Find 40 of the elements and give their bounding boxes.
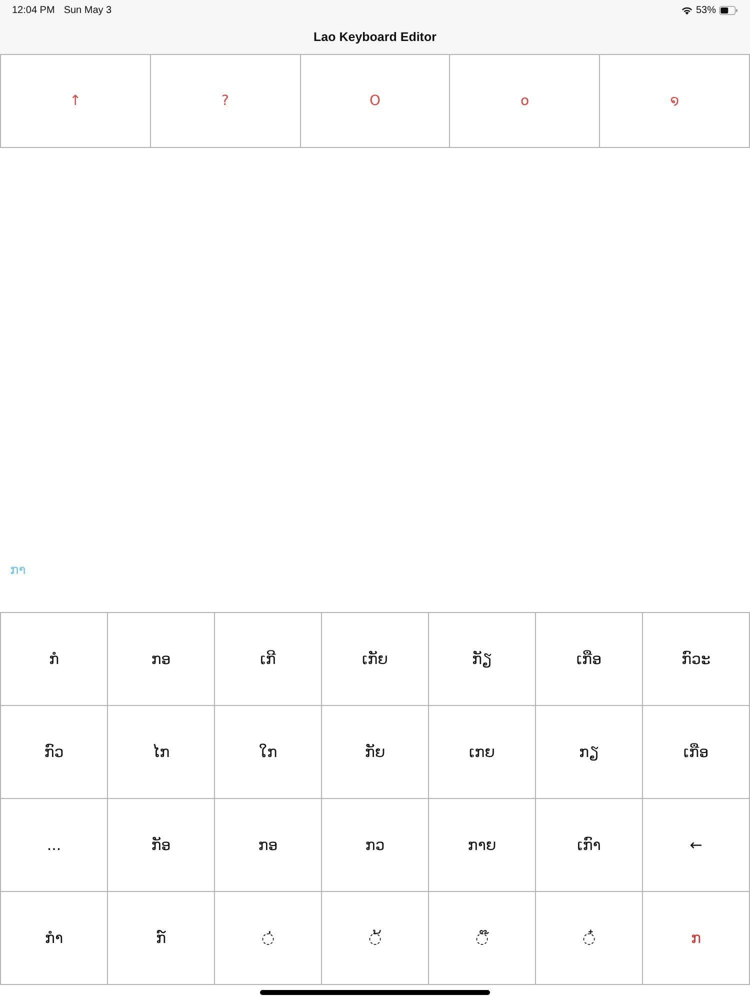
key-button[interactable]: ກັຍ <box>322 706 429 799</box>
key-button[interactable]: ກົວະ <box>643 613 750 706</box>
key-button[interactable]: ກັອ <box>108 799 215 892</box>
key-button[interactable]: ... <box>1 799 108 892</box>
key-button[interactable]: ເກົາ <box>536 799 643 892</box>
key-button[interactable]: ໃກ <box>215 706 322 799</box>
key-button[interactable]: ◌໋ <box>536 892 643 985</box>
key-button[interactable]: ກວ <box>322 799 429 892</box>
key-button[interactable]: ເກັຍ <box>322 613 429 706</box>
key-button[interactable]: ? <box>150 55 301 148</box>
battery-percent: 53% <box>696 4 716 16</box>
key-button[interactable]: ກັຽ <box>429 613 536 706</box>
key-button[interactable]: ກ <box>643 892 750 985</box>
status-date: Sun May 3 <box>64 4 112 16</box>
key-button[interactable]: ເກຍ <box>429 706 536 799</box>
key-button[interactable]: ເກືອ <box>643 706 750 799</box>
key-button[interactable]: ໐ <box>450 55 600 148</box>
nav-title: Lao Keyboard Editor <box>314 30 436 44</box>
key-button[interactable]: ໑ <box>600 55 750 148</box>
key-button[interactable]: ກົວ <box>1 706 108 799</box>
battery-icon <box>719 6 738 14</box>
preview-text: ກາ <box>10 563 26 578</box>
key-button[interactable]: ກອ <box>108 613 215 706</box>
key-button[interactable]: ◌໊ <box>429 892 536 985</box>
status-time: 12:04 PM <box>12 4 55 16</box>
key-button[interactable]: ↑ <box>1 55 151 148</box>
key-button[interactable]: ເກືອ <box>536 613 643 706</box>
key-button[interactable]: ກອ <box>215 799 322 892</box>
key-button[interactable]: ← <box>643 799 750 892</box>
key-button[interactable]: ກ໌ <box>108 892 215 985</box>
key-button[interactable]: ກຽ <box>536 706 643 799</box>
wifi-icon <box>680 6 693 14</box>
key-button[interactable]: ເກີ <box>215 613 322 706</box>
key-button[interactable]: O <box>300 55 450 148</box>
key-button[interactable]: ໄກ <box>108 706 215 799</box>
key-button[interactable]: ກາຍ <box>429 799 536 892</box>
key-button[interactable]: ກຳ <box>1 892 108 985</box>
key-button[interactable]: ກໍ <box>1 613 108 706</box>
key-button[interactable]: ◌້ <box>322 892 429 985</box>
key-button[interactable]: ◌່ <box>215 892 322 985</box>
